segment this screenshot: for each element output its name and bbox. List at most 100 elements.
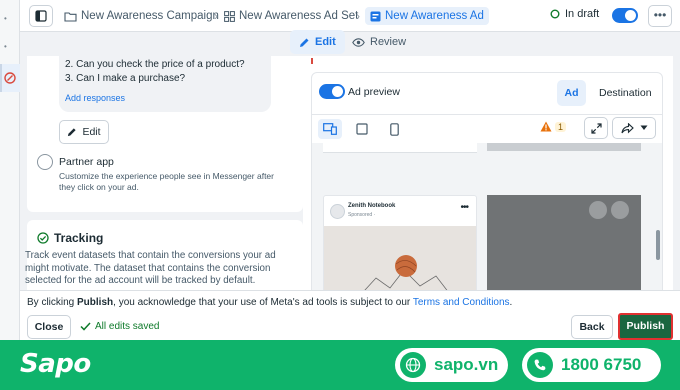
draft-status: In draft bbox=[550, 8, 599, 20]
preview-warnings[interactable]: 1 bbox=[540, 121, 567, 132]
edit-template-label: Edit bbox=[82, 126, 101, 138]
ack-end: . bbox=[509, 297, 513, 308]
preview-story-top bbox=[487, 143, 641, 151]
terms-link[interactable]: Terms and Conditions bbox=[413, 297, 510, 308]
close-button[interactable]: Close bbox=[27, 315, 71, 339]
messenger-settings-card: 2. Can you check the price of a product?… bbox=[27, 56, 303, 212]
draft-status-label: In draft bbox=[565, 8, 600, 20]
warning-icon bbox=[540, 121, 552, 132]
check-circle-icon bbox=[37, 232, 49, 244]
ad-preview-toggle[interactable] bbox=[319, 84, 345, 99]
phone-label: 1800 6750 bbox=[561, 355, 642, 374]
publish-acknowledgement: By clicking Publish, you acknowledge tha… bbox=[27, 297, 512, 308]
rail-selected-item[interactable] bbox=[0, 64, 20, 92]
question-item: 2. Can you check the price of a product? bbox=[65, 59, 245, 70]
top-bar: New Awareness Campaign › New Awareness A… bbox=[20, 0, 680, 32]
desktop-placement-button[interactable] bbox=[350, 119, 374, 139]
chevron-right-icon: › bbox=[356, 9, 360, 23]
sponsored-label: Sponsored · bbox=[348, 212, 376, 218]
phone-pill[interactable]: 1800 6750 bbox=[522, 348, 661, 382]
more-options-button[interactable]: ••• bbox=[648, 5, 672, 27]
preview-scrollbar[interactable] bbox=[656, 230, 660, 260]
partner-app-description: Customize the experience people see in M… bbox=[59, 171, 274, 192]
breadcrumb-campaign[interactable]: New Awareness Campaign bbox=[64, 7, 219, 25]
page-avatar bbox=[330, 204, 345, 219]
save-status-label: All edits saved bbox=[95, 321, 160, 332]
ad-icon bbox=[370, 11, 381, 21]
breadcrumb-adset[interactable]: New Awareness Ad Set bbox=[224, 7, 358, 25]
tracking-description-wrap: Track event datasets that contain the co… bbox=[25, 250, 303, 288]
website-pill[interactable]: sapo.vn bbox=[395, 348, 508, 382]
back-button[interactable]: Back bbox=[571, 315, 613, 339]
tracking-card: Tracking Track event datasets that conta… bbox=[25, 220, 303, 300]
ack-middle: , you acknowledge that your use of Meta'… bbox=[113, 297, 413, 308]
tab-edit[interactable]: Edit bbox=[290, 30, 345, 54]
placement-previews[interactable]: Zenith Notebook Sponsored · ••• bbox=[312, 143, 662, 299]
frequently-asked-questions-bubble: 2. Can you check the price of a product?… bbox=[59, 56, 271, 112]
story-ad-preview[interactable] bbox=[487, 195, 641, 299]
ad-preview-card: Ad preview Ad Destination 1 Zenith Noteb… bbox=[311, 72, 663, 300]
save-status: All edits saved bbox=[80, 321, 159, 332]
tab-review[interactable]: Review bbox=[343, 30, 415, 54]
rail-dot-icon: • bbox=[4, 42, 7, 51]
breadcrumb-ad-label: New Awareness Ad bbox=[385, 10, 484, 22]
grid-icon bbox=[224, 10, 235, 22]
more-icon: ••• bbox=[460, 202, 468, 213]
ad-preview-label: Ad preview bbox=[348, 86, 400, 98]
story-circle bbox=[611, 201, 629, 219]
toggle-sidebar-button[interactable] bbox=[29, 5, 53, 27]
tracking-heading: Tracking bbox=[37, 231, 103, 245]
mobile-placement-button[interactable] bbox=[382, 119, 406, 139]
creative-illustration bbox=[324, 226, 476, 299]
tab-ad-preview[interactable]: Ad bbox=[557, 80, 586, 106]
edit-template-button[interactable]: Edit bbox=[59, 120, 109, 144]
partner-app-title: Partner app bbox=[59, 156, 114, 168]
ad-creative-image bbox=[324, 226, 476, 299]
tab-edit-label: Edit bbox=[315, 36, 336, 48]
footer-bar: By clicking Publish, you acknowledge tha… bbox=[20, 290, 680, 340]
page-name: Zenith Notebook bbox=[348, 203, 396, 209]
breadcrumb-campaign-label: New Awareness Campaign bbox=[81, 10, 219, 22]
breadcrumb-ad[interactable]: New Awareness Ad bbox=[365, 7, 489, 25]
square-icon bbox=[356, 123, 368, 135]
phone-icon bbox=[389, 122, 399, 136]
tab-destination-preview[interactable]: Destination bbox=[599, 87, 652, 99]
feed-ad-preview[interactable]: Zenith Notebook Sponsored · ••• bbox=[323, 195, 477, 299]
chevron-right-icon: › bbox=[214, 9, 218, 23]
draft-status-icon bbox=[550, 9, 560, 19]
share-icon bbox=[620, 122, 634, 133]
add-responses-link[interactable]: Add responses bbox=[65, 93, 271, 103]
left-rail: • • bbox=[0, 0, 20, 340]
tracking-description: Track event datasets that contain the co… bbox=[25, 250, 276, 286]
partner-app-radio[interactable] bbox=[37, 154, 53, 170]
ack-prefix: By clicking bbox=[27, 297, 78, 308]
preview-feed-top bbox=[323, 143, 477, 153]
check-icon bbox=[80, 322, 91, 331]
website-label: sapo.vn bbox=[434, 355, 499, 374]
folder-icon bbox=[64, 11, 77, 22]
error-marker bbox=[311, 58, 313, 64]
sidebar-icon bbox=[35, 10, 47, 22]
multi-device-icon bbox=[323, 123, 337, 135]
ack-bold: Publish bbox=[77, 297, 114, 308]
preview-divider bbox=[312, 114, 662, 115]
tracking-title: Tracking bbox=[54, 231, 104, 245]
ad-active-toggle[interactable] bbox=[612, 8, 638, 23]
expand-icon bbox=[590, 122, 602, 134]
publish-button[interactable]: Publish bbox=[618, 313, 673, 340]
breadcrumb-adset-label: New Awareness Ad Set bbox=[239, 10, 359, 22]
share-preview-button[interactable] bbox=[612, 117, 656, 139]
all-placements-button[interactable] bbox=[318, 119, 342, 139]
question-item: 3. Can I make a purchase? bbox=[65, 73, 186, 84]
expand-preview-button[interactable] bbox=[584, 117, 608, 139]
alert-circle-icon bbox=[4, 72, 16, 84]
eye-icon bbox=[352, 37, 365, 47]
sapo-banner: Sapo sapo.vn 1800 6750 bbox=[0, 340, 680, 390]
pencil-icon bbox=[68, 128, 77, 137]
sapo-logo: Sapo bbox=[20, 349, 91, 379]
warning-count: 1 bbox=[555, 121, 567, 132]
rail-dot-icon: • bbox=[4, 14, 7, 23]
chevron-down-icon bbox=[640, 125, 647, 130]
story-circle bbox=[589, 201, 607, 219]
tab-review-label: Review bbox=[370, 36, 407, 48]
